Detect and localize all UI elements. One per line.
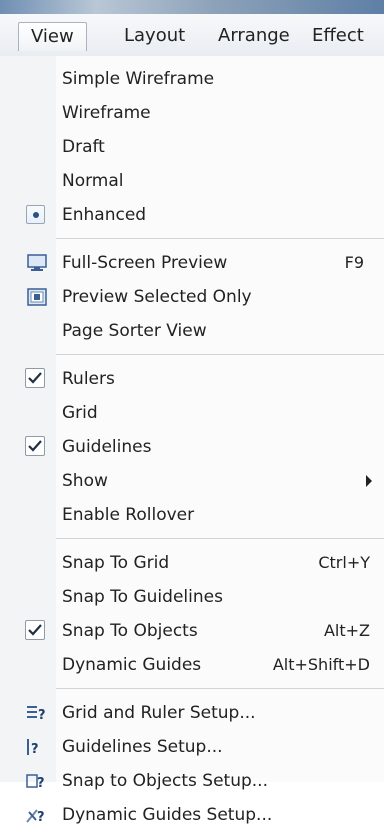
svg-text:?: ? bbox=[38, 708, 46, 722]
menu-item-draft[interactable]: Draft bbox=[0, 130, 384, 164]
snap-to-grid-label: Snap To Grid bbox=[62, 553, 170, 573]
full-screen-preview-shortcut: F9 bbox=[344, 253, 364, 272]
menu-item-page-sorter-view[interactable]: Page Sorter View bbox=[0, 314, 384, 348]
checkmark-icon bbox=[25, 368, 45, 388]
menu-item-wireframe[interactable]: Wireframe bbox=[0, 96, 384, 130]
page-sorter-view-label: Page Sorter View bbox=[62, 321, 207, 341]
enhanced-label: Enhanced bbox=[62, 205, 147, 225]
full-screen-preview-label: Full-Screen Preview bbox=[62, 253, 228, 273]
separator bbox=[56, 238, 384, 239]
menu-arrange-label: Arrange bbox=[218, 25, 290, 46]
svg-text:?: ? bbox=[37, 776, 45, 790]
snap-to-objects-shortcut: Alt+Z bbox=[323, 621, 370, 640]
wireframe-label: Wireframe bbox=[62, 103, 151, 123]
preview-selected-only-label: Preview Selected Only bbox=[62, 287, 252, 307]
draft-label: Draft bbox=[62, 137, 105, 157]
menu-item-snap-to-objects[interactable]: Snap To Objects Alt+Z bbox=[0, 614, 384, 648]
svg-text:?: ? bbox=[31, 742, 39, 756]
guidelines-setup-label: Guidelines Setup... bbox=[62, 737, 223, 757]
guidelines-setup-icon: ? bbox=[26, 738, 46, 757]
snap-to-objects-label: Snap To Objects bbox=[62, 621, 198, 641]
checkmark-icon bbox=[25, 436, 45, 456]
guidelines-label: Guidelines bbox=[62, 437, 152, 457]
simple-wireframe-label: Simple Wireframe bbox=[62, 69, 215, 89]
menu-layout[interactable]: Layout bbox=[124, 22, 185, 50]
menu-item-full-screen-preview[interactable]: Full-Screen Preview F9 bbox=[0, 246, 384, 280]
menu-item-snap-to-grid[interactable]: Snap To Grid Ctrl+Y bbox=[0, 546, 384, 580]
preview-icon bbox=[26, 286, 48, 308]
dynamic-guides-setup-label: Dynamic Guides Setup... bbox=[62, 805, 273, 825]
menu-item-enable-rollover[interactable]: Enable Rollover bbox=[0, 498, 384, 532]
separator bbox=[56, 354, 384, 355]
view-dropdown-menu: Simple Wireframe Wireframe Draft Normal … bbox=[0, 56, 384, 825]
checkmark-icon bbox=[25, 620, 45, 640]
dynamic-guides-label: Dynamic Guides bbox=[62, 655, 202, 675]
menu-item-snap-to-guidelines[interactable]: Snap To Guidelines bbox=[0, 580, 384, 614]
selected-mark-icon bbox=[26, 205, 45, 224]
snap-to-grid-shortcut: Ctrl+Y bbox=[318, 553, 370, 572]
menu-item-show[interactable]: Show bbox=[0, 464, 384, 498]
menu-item-grid[interactable]: Grid bbox=[0, 396, 384, 430]
snap-to-guidelines-label: Snap To Guidelines bbox=[62, 587, 223, 607]
separator bbox=[56, 688, 384, 689]
grid-ruler-setup-label: Grid and Ruler Setup... bbox=[62, 703, 256, 723]
normal-label: Normal bbox=[62, 171, 124, 191]
menu-bar: View Layout Arrange Effect bbox=[0, 14, 384, 57]
show-label: Show bbox=[62, 471, 108, 491]
menu-item-simple-wireframe[interactable]: Simple Wireframe bbox=[0, 62, 384, 96]
enable-rollover-label: Enable Rollover bbox=[62, 505, 195, 525]
menu-item-preview-selected-only[interactable]: Preview Selected Only bbox=[0, 280, 384, 314]
menu-effects[interactable]: Effect bbox=[312, 22, 364, 50]
dynamic-guides-shortcut: Alt+Shift+D bbox=[272, 655, 370, 674]
menu-item-enhanced[interactable]: Enhanced bbox=[0, 198, 384, 232]
window-top-strip bbox=[0, 0, 384, 14]
dynamic-guides-setup-icon: ? bbox=[26, 806, 46, 825]
snap-setup-icon: ? bbox=[26, 772, 46, 791]
submenu-arrow-icon bbox=[366, 475, 372, 487]
menu-effects-label: Effect bbox=[312, 25, 364, 46]
monitor-icon bbox=[26, 252, 48, 274]
separator bbox=[56, 538, 384, 539]
menu-item-snap-objects-setup[interactable]: ? Snap to Objects Setup... bbox=[0, 764, 384, 798]
snap-objects-setup-label: Snap to Objects Setup... bbox=[62, 771, 268, 791]
svg-text:?: ? bbox=[37, 810, 45, 824]
menu-item-rulers[interactable]: Rulers bbox=[0, 362, 384, 396]
rulers-label: Rulers bbox=[62, 369, 115, 389]
menu-view-label: View bbox=[31, 26, 74, 47]
menu-item-normal[interactable]: Normal bbox=[0, 164, 384, 198]
menu-item-dynamic-guides[interactable]: Dynamic Guides Alt+Shift+D bbox=[0, 648, 384, 682]
menu-arrange[interactable]: Arrange bbox=[218, 22, 290, 50]
menu-layout-label: Layout bbox=[124, 25, 186, 46]
grid-setup-icon: ? bbox=[26, 704, 46, 723]
menu-item-grid-ruler-setup[interactable]: ? Grid and Ruler Setup... bbox=[0, 696, 384, 730]
menu-item-guidelines[interactable]: Guidelines bbox=[0, 430, 384, 464]
menu-item-guidelines-setup[interactable]: ? Guidelines Setup... bbox=[0, 730, 384, 764]
menu-item-dynamic-guides-setup[interactable]: ? Dynamic Guides Setup... bbox=[0, 798, 384, 832]
menu-view[interactable]: View bbox=[18, 22, 87, 51]
grid-label: Grid bbox=[62, 403, 98, 423]
